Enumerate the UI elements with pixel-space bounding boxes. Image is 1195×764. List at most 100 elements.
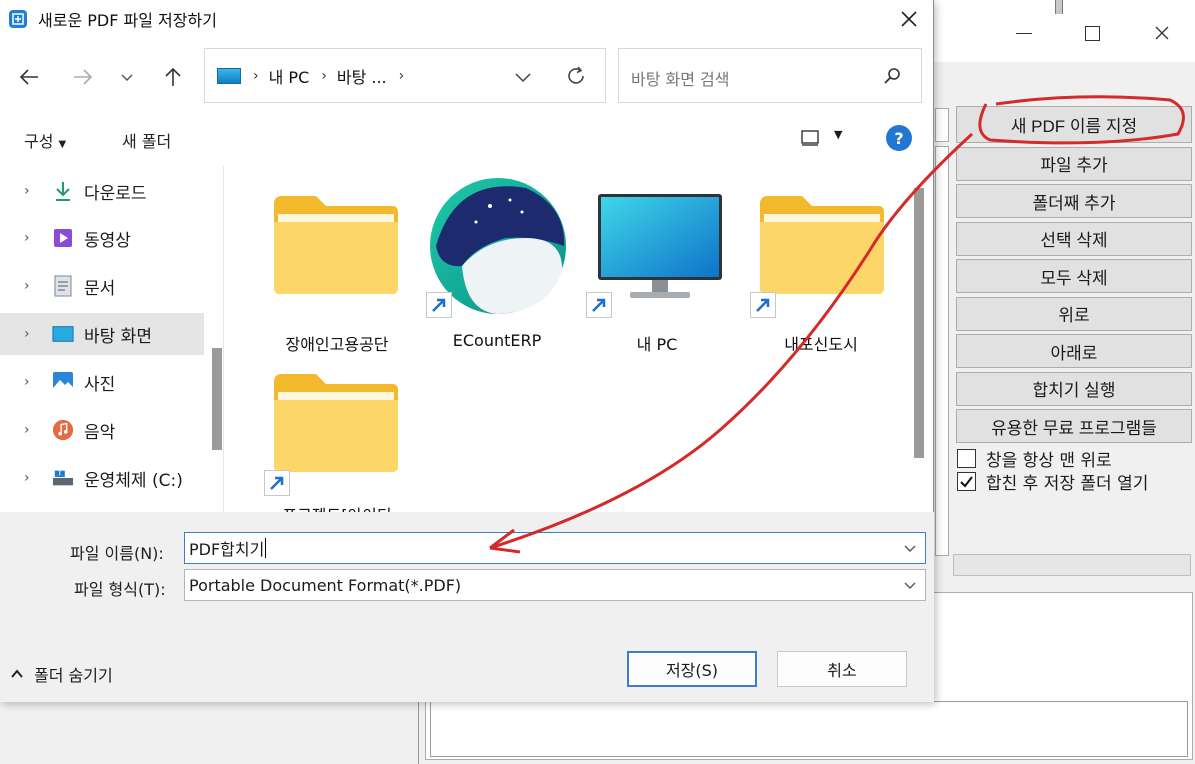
filename-input[interactable]: PDF합치기 [184, 532, 926, 564]
picture-icon [52, 371, 74, 393]
move-up-button[interactable]: 위로 [956, 296, 1192, 331]
chevron-down-icon[interactable] [903, 541, 917, 555]
chevron-right-icon[interactable]: › [24, 374, 38, 390]
maximize-button[interactable] [1077, 20, 1107, 46]
music-icon [52, 419, 74, 441]
breadcrumb-my-pc[interactable]: 내 PC [269, 64, 310, 88]
chevron-right-icon: › [398, 67, 405, 84]
chevron-up-icon [11, 669, 23, 678]
file-item-folder[interactable]: 내포신도시 [746, 176, 896, 354]
nav-item-pictures[interactable]: › 사진 [0, 361, 204, 403]
background-resize-handle [1055, 0, 1063, 14]
nav-item-label: 음악 [84, 422, 116, 443]
always-on-top-checkbox[interactable] [957, 449, 976, 468]
chevron-right-icon: › [321, 67, 327, 84]
chevron-right-icon[interactable]: › [24, 422, 38, 438]
file-item-pc[interactable]: 내 PC [582, 176, 732, 354]
forward-button[interactable] [70, 64, 96, 90]
progress-bar [953, 554, 1191, 576]
nav-item-desktop[interactable]: › 바탕 화면 [0, 313, 204, 355]
options-checkboxes: 창을 항상 맨 위로 합친 후 저장 폴더 열기 [956, 447, 1148, 494]
organize-label: 구성 [24, 132, 54, 151]
dialog-title: 새로운 PDF 파일 저장하기 [38, 11, 217, 30]
merge-run-button[interactable]: 합치기 실행 [956, 371, 1192, 406]
chevron-right-icon[interactable]: › [24, 278, 38, 294]
save-button[interactable]: 저장(S) [627, 651, 757, 687]
nav-item-documents[interactable]: › 문서 [0, 265, 204, 307]
organize-menu[interactable]: 구성 ▼ [24, 128, 66, 152]
hide-folders-label: 폴더 숨기기 [34, 666, 113, 685]
close-button[interactable] [1147, 20, 1177, 46]
search-input[interactable]: 바탕 화면 검색 [631, 66, 730, 90]
search-box[interactable]: 바탕 화면 검색 [618, 48, 922, 103]
file-list[interactable] [935, 146, 949, 556]
view-caret-icon[interactable]: ▼ [834, 128, 842, 141]
folder-icon [274, 196, 398, 294]
dialog-footer: 파일 이름(N): PDF합치기 파일 형식(T): Portable Docu… [0, 512, 934, 702]
open-folder-checkbox[interactable] [957, 472, 976, 491]
add-folder-button[interactable]: 폴더째 추가 [956, 184, 1192, 218]
back-button[interactable] [16, 64, 42, 90]
checkmark-icon [960, 476, 973, 488]
delete-all-button[interactable]: 모두 삭제 [956, 259, 1192, 293]
save-pdf-dialog: 새로운 PDF 파일 저장하기 › 내 PC › 바탕 ... › 바탕 화면 … [0, 0, 934, 702]
file-item-folder[interactable]: 프로젝트[아이티 [262, 354, 412, 512]
filetype-select[interactable]: Portable Document Format(*.PDF) [184, 569, 926, 601]
folder-icon [760, 196, 884, 294]
file-item-app[interactable]: ECountERP [422, 176, 572, 350]
open-folder-option[interactable]: 합친 후 저장 폴더 열기 [956, 470, 1148, 494]
nav-scrollbar-thumb[interactable] [212, 348, 222, 450]
document-icon [52, 275, 74, 297]
nav-item-label: 사진 [84, 374, 116, 395]
shortcut-arrow-icon [586, 292, 612, 318]
shortcut-arrow-icon [264, 470, 290, 496]
chevron-right-icon[interactable]: › [24, 183, 38, 199]
up-button[interactable] [160, 64, 186, 90]
search-icon[interactable] [883, 67, 901, 85]
file-name: 프로젝트[아이티 [262, 502, 412, 512]
chevron-right-icon[interactable]: › [24, 326, 38, 342]
file-list-header [935, 108, 949, 142]
filename-value: PDF합치기 [189, 540, 265, 559]
nav-item-music[interactable]: › 음악 [0, 409, 204, 451]
nav-item-downloads[interactable]: › 다운로드 [0, 170, 204, 212]
help-icon[interactable]: ? [886, 125, 912, 151]
chevron-down-icon[interactable] [903, 578, 917, 592]
nav-item-videos[interactable]: › 동영상 [0, 217, 204, 259]
cancel-button[interactable]: 취소 [777, 651, 907, 687]
rename-pdf-button[interactable]: 새 PDF 이름 지정 [956, 106, 1192, 143]
filetype-label: 파일 형식(T): [74, 580, 166, 599]
close-icon [1155, 26, 1169, 40]
video-icon [52, 227, 74, 249]
nav-item-label: 바탕 화면 [84, 326, 152, 347]
content-scrollbar-thumb[interactable] [914, 188, 924, 458]
chevron-right-icon[interactable]: › [24, 230, 38, 246]
recent-locations-button[interactable] [114, 64, 140, 90]
navigation-bar: › 내 PC › 바탕 ... › 바탕 화면 검색 [0, 48, 934, 106]
nav-item-label: 운영체제 (C:) [84, 470, 183, 491]
delete-selected-button[interactable]: 선택 삭제 [956, 221, 1192, 256]
chevron-right-icon[interactable]: › [24, 470, 38, 486]
add-file-button[interactable]: 파일 추가 [956, 146, 1192, 181]
view-mode-icon[interactable] [800, 128, 820, 148]
drive-icon [52, 467, 74, 489]
refresh-icon[interactable] [565, 65, 587, 87]
address-dropdown-icon[interactable] [513, 67, 533, 87]
new-folder-button[interactable]: 새 폴더 [122, 128, 171, 152]
app-icon [9, 10, 27, 28]
caret-down-icon: ▼ [58, 139, 67, 150]
minimize-button[interactable] [1009, 20, 1039, 46]
file-item-folder[interactable]: 장애인고용공단 [262, 176, 412, 354]
nav-item-label: 다운로드 [84, 183, 147, 204]
breadcrumb-desktop[interactable]: 바탕 ... [337, 64, 387, 88]
always-on-top-option[interactable]: 창을 항상 맨 위로 [956, 447, 1148, 471]
action-button-panel: 새 PDF 이름 지정 파일 추가 폴더째 추가 선택 삭제 모두 삭제 위로 … [956, 106, 1192, 447]
always-on-top-label: 창을 항상 맨 위로 [986, 451, 1112, 471]
move-down-button[interactable]: 아래로 [956, 334, 1192, 368]
nav-item-drive-c[interactable]: › 운영체제 (C:) [0, 457, 204, 499]
hide-folders-toggle[interactable]: 폴더 숨기기 [10, 662, 113, 686]
free-programs-button[interactable]: 유용한 무료 프로그램들 [956, 409, 1192, 443]
address-bar[interactable]: › 내 PC › 바탕 ... › [204, 48, 606, 103]
arrow-right-icon [74, 69, 93, 85]
dialog-close-icon[interactable] [898, 8, 920, 30]
